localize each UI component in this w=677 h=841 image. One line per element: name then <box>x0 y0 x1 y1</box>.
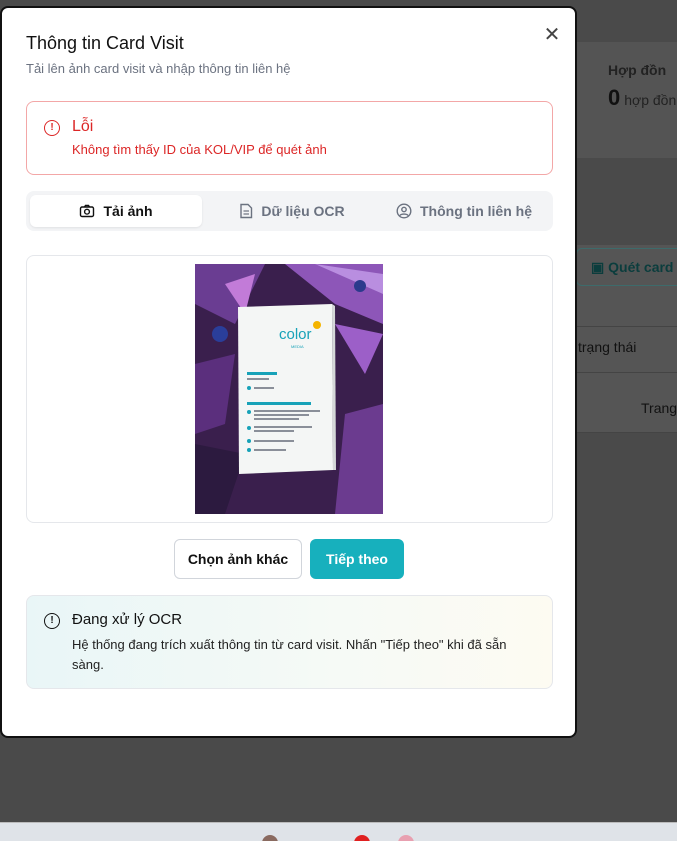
card-brand-sub: MEDIA <box>291 344 304 349</box>
document-icon <box>240 203 253 219</box>
divider <box>560 432 677 433</box>
business-card-photo: color MEDIA <box>195 264 383 514</box>
tab-list: Tải ảnh Dữ liệu OCR Thông tin liên hệ <box>26 191 553 231</box>
tab-label: Thông tin liên hệ <box>420 203 532 219</box>
card-visit-dialog: ✕ Thông tin Card Visit Tải lên ảnh card … <box>0 6 577 738</box>
user-circle-icon <box>396 203 412 219</box>
choose-another-image-button[interactable]: Chọn ảnh khác <box>174 539 302 579</box>
column-header-status: Trang <box>641 400 677 416</box>
taskbar-app-icon[interactable] <box>398 835 414 841</box>
error-title: Lỗi <box>72 118 94 135</box>
ocr-processing-notice: ! Đang xử lý OCR Hệ thống đang trích xuấ… <box>26 595 553 689</box>
taskbar-app-icon[interactable] <box>262 835 278 841</box>
card-brand-text: color <box>279 326 312 343</box>
taskbar <box>0 822 677 841</box>
tab-ocr-data[interactable]: Dữ liệu OCR <box>206 195 378 227</box>
close-icon[interactable]: ✕ <box>543 25 561 45</box>
error-message: Không tìm thấy ID của KOL/VIP để quét ản… <box>72 142 327 157</box>
taskbar-app-icon[interactable] <box>354 835 370 841</box>
divider <box>560 372 677 373</box>
tab-label: Dữ liệu OCR <box>261 203 345 219</box>
scan-card-button[interactable]: ▣ Quét card <box>576 248 677 286</box>
error-alert: ! Lỗi Không tìm thấy ID của KOL/VIP để q… <box>26 101 553 175</box>
tab-contact-info[interactable]: Thông tin liên hệ <box>378 195 550 227</box>
alert-circle-icon: ! <box>44 120 60 136</box>
camera-icon <box>80 204 95 218</box>
uploaded-image-preview: color MEDIA <box>26 255 553 523</box>
ocr-notice-title: Đang xử lý OCR <box>72 611 183 628</box>
info-circle-icon: ! <box>44 613 60 629</box>
tab-label: Tải ảnh <box>103 203 153 219</box>
dialog-subtitle: Tải lên ảnh card visit và nhập thông tin… <box>26 61 291 76</box>
divider <box>560 326 677 327</box>
ocr-notice-message: Hệ thống đang trích xuất thông tin từ ca… <box>72 637 507 672</box>
dialog-title: Thông tin Card Visit <box>26 33 184 53</box>
next-button[interactable]: Tiếp theo <box>310 539 404 579</box>
status-filter-text: trạng thái <box>578 339 637 355</box>
contracts-stat-value: 0 hợp đồn <box>608 85 677 110</box>
tab-upload-photo[interactable]: Tải ảnh <box>30 195 202 227</box>
contracts-stat-title: Hợp đồn <box>608 62 667 78</box>
